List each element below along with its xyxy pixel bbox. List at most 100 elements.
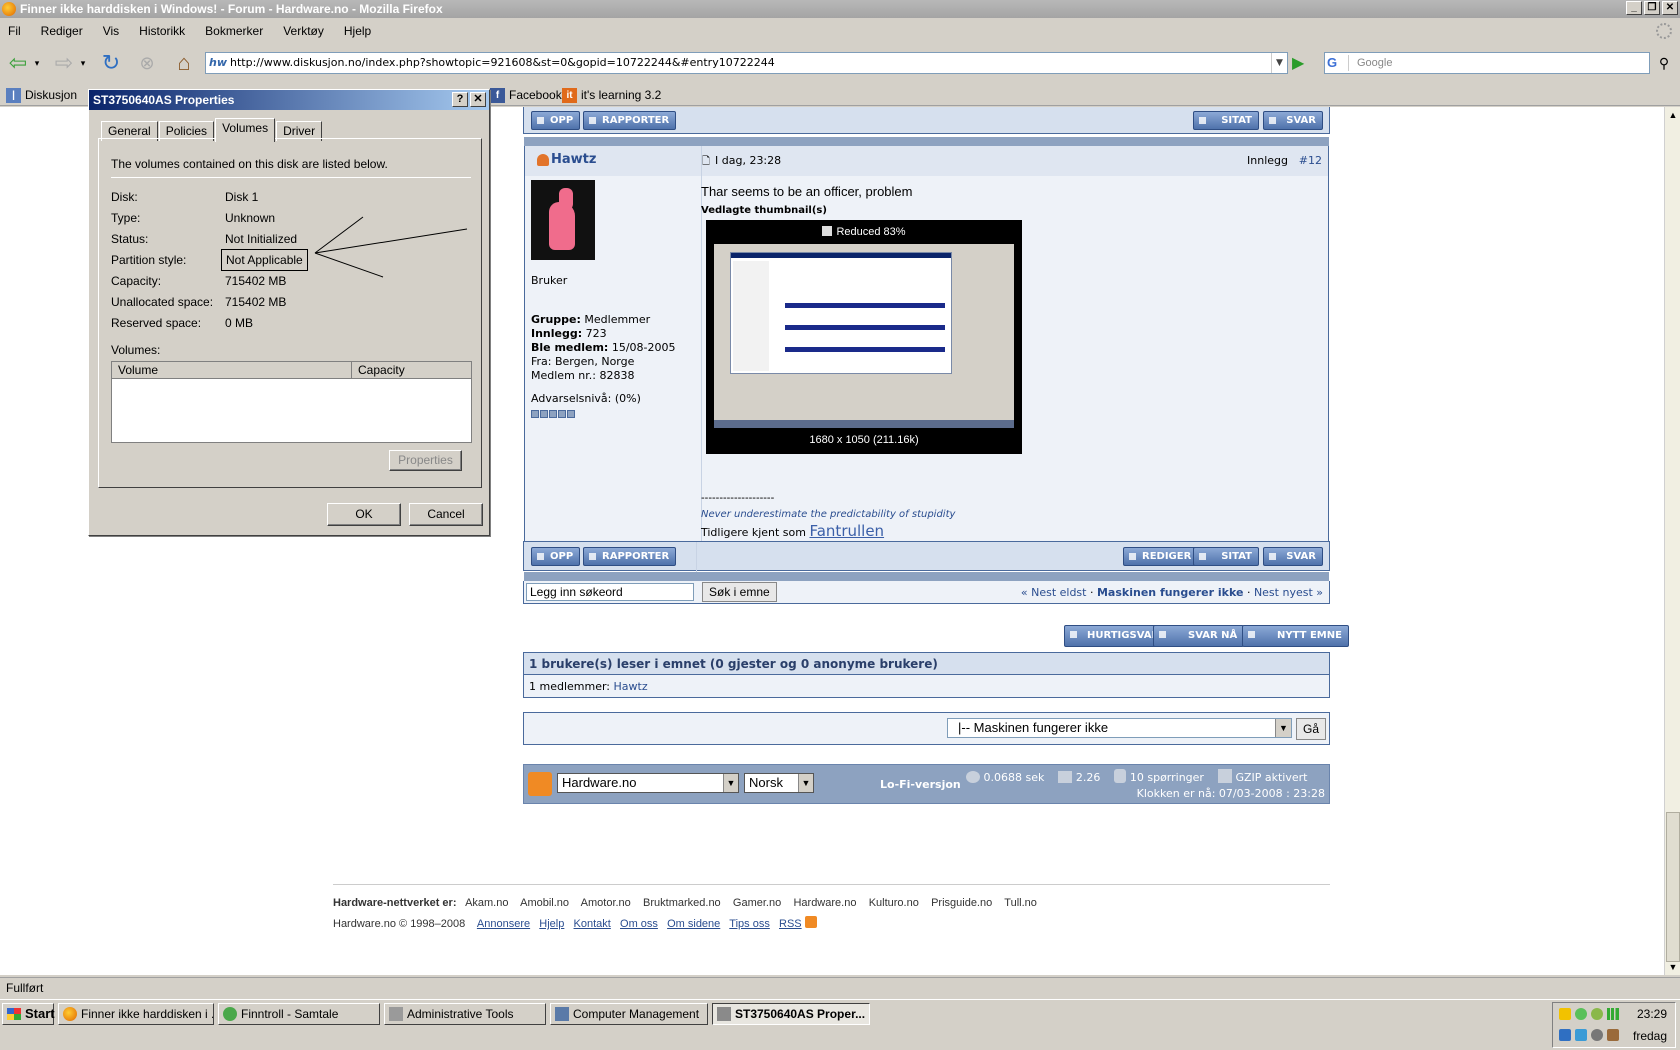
opp-button[interactable]: OPP [531,547,581,566]
minimize-button[interactable]: _ [1626,1,1642,15]
taskbar-item-firefox[interactable]: Finner ikke harddisken i ... [58,1003,214,1025]
home-icon[interactable]: ⌂ [170,49,198,77]
attachment-thumbnail[interactable]: Reduced 83% 1680 x 1050 (211.16k) [706,220,1022,454]
forum-jump-button[interactable]: Gå [1296,718,1327,740]
link-hjelp[interactable]: Hjelp [539,918,564,930]
chevron-down-icon[interactable]: ▼ [1275,719,1291,737]
page-scrollbar[interactable]: ▲ ▼ [1664,107,1680,975]
signature-link[interactable]: Fantrullen [809,522,884,540]
menu-rediger[interactable]: Rediger [41,20,83,42]
clock-time[interactable]: 23:29 [1637,1007,1667,1021]
menu-vis[interactable]: Vis [103,20,119,42]
url-input[interactable]: hw http://www.diskusjon.no/index.php?sho… [205,52,1288,74]
topic-search-input[interactable]: Legg inn søkeord [526,583,694,601]
taskbar-item-disk-properties[interactable]: ST3750640AS Proper... [712,1003,870,1025]
forum-jump-select[interactable]: |-- Maskinen fungerer ikke ▼ [947,718,1292,738]
menu-verktoy[interactable]: Verktøy [283,20,324,42]
nytt-emne-button[interactable]: NYTT EMNE [1242,625,1349,647]
rapporter-button[interactable]: RAPPORTER [583,111,677,130]
network-tray-icon[interactable] [1559,1029,1571,1041]
tab-volumes[interactable]: Volumes [215,118,276,142]
menu-bokmerker[interactable]: Bokmerker [205,20,263,42]
lofi-link[interactable]: Lo-Fi-versjon [880,778,961,791]
reload-icon[interactable]: ↻ [97,49,125,77]
back-arrow-icon[interactable]: ⇦ [4,49,32,77]
messenger-tray-icon[interactable] [1575,1008,1587,1020]
go-arrow-icon[interactable]: ▶ [1292,54,1312,74]
taskbar-item-messenger[interactable]: Finntroll - Samtale [218,1003,380,1025]
link-rss[interactable]: RSS [779,918,802,930]
signal-icon[interactable] [1607,1008,1619,1020]
sitat-button[interactable]: SITAT [1193,547,1259,566]
hurtigsvar-button[interactable]: HURTIGSVAR [1064,625,1167,647]
network-link-kulturo[interactable]: Kulturo.no [869,897,919,909]
close-window-button[interactable]: ✕ [1662,1,1678,15]
ok-button[interactable]: OK [327,503,401,526]
prev-topic-link[interactable]: « Nest eldst [1021,586,1087,599]
column-capacity[interactable]: Capacity [352,362,471,379]
skin-select[interactable]: Hardware.no ▼ [557,773,739,793]
svar-button[interactable]: SVAR [1263,111,1323,130]
menu-historikk[interactable]: Historikk [139,20,185,42]
taskbar-item-computer-management[interactable]: Computer Management [550,1003,708,1025]
link-annonsere[interactable]: Annonsere [477,918,530,930]
search-input[interactable]: G Google [1324,52,1650,74]
network-link-tull[interactable]: Tull.no [1004,897,1037,909]
menu-fil[interactable]: Fil [8,20,21,42]
network-link-bruktmarked[interactable]: Bruktmarked.no [643,897,721,909]
misc-tray-icon[interactable] [1607,1029,1619,1041]
back-history-dropdown-icon[interactable]: ▾ [30,49,44,77]
search-engine-icon[interactable]: G [1327,55,1349,71]
status-tray-icon[interactable] [1591,1008,1603,1020]
next-topic-link[interactable]: Nest nyest » [1254,586,1323,599]
network-link-prisguide[interactable]: Prisguide.no [931,897,992,909]
bookmark-diskusjon[interactable]: | Diskusjon [6,84,77,106]
language-select[interactable]: Norsk ▼ [744,773,814,793]
taskbar-item-admin-tools[interactable]: Administrative Tools [384,1003,546,1025]
rss-feed-icon[interactable] [528,772,552,796]
svar-button[interactable]: SVAR [1263,547,1323,566]
forward-history-dropdown-icon[interactable]: ▾ [76,49,90,77]
bookmark-facebook[interactable]: f Facebook [490,84,562,106]
opp-button[interactable]: OPP [531,111,581,130]
rapporter-button[interactable]: RAPPORTER [583,547,677,566]
network-link-akam[interactable]: Akam.no [465,897,508,909]
search-magnifier-icon[interactable]: ⚲ [1652,52,1676,74]
link-tips-oss[interactable]: Tips oss [729,918,770,930]
scrollbar-thumb[interactable] [1666,812,1680,962]
scroll-up-icon[interactable]: ▲ [1665,107,1680,123]
post-number-link[interactable]: #12 [1299,154,1322,167]
network-link-hardware[interactable]: Hardware.no [793,897,856,909]
cancel-button[interactable]: Cancel [409,503,483,526]
start-button[interactable]: Start [2,1003,55,1025]
sitat-button[interactable]: SITAT [1193,111,1259,130]
bookmark-itslearning[interactable]: it it's learning 3.2 [562,84,661,106]
link-kontakt[interactable]: Kontakt [574,918,611,930]
current-topic-link[interactable]: Maskinen fungerer ikke [1097,586,1243,599]
help-button[interactable]: ? [452,92,468,107]
restore-button[interactable]: ❐ [1644,1,1660,15]
security-shield-icon[interactable] [1559,1008,1571,1020]
stop-icon[interactable]: ⊗ [133,49,161,77]
column-volume[interactable]: Volume [112,362,352,379]
update-tray-icon[interactable] [1575,1029,1587,1041]
properties-button[interactable]: Properties [389,450,462,471]
post-author[interactable]: Hawtz [551,152,596,167]
network-link-amobil[interactable]: Amobil.no [520,897,569,909]
dialog-close-button[interactable]: ✕ [470,92,486,107]
svar-na-button[interactable]: SVAR NÅ [1153,625,1245,647]
active-reader-link[interactable]: Hawtz [614,680,648,693]
menu-hjelp[interactable]: Hjelp [344,20,371,42]
link-om-oss[interactable]: Om oss [620,918,658,930]
chevron-down-icon[interactable]: ▼ [723,774,738,792]
network-link-amotor[interactable]: Amotor.no [581,897,631,909]
chevron-down-icon[interactable]: ▼ [798,774,813,792]
volumes-list[interactable]: Volume Capacity [111,361,472,443]
scroll-down-icon[interactable]: ▼ [1665,959,1680,975]
url-dropdown-icon[interactable]: ▼ [1271,53,1287,73]
volume-icon[interactable] [1591,1029,1603,1041]
network-link-gamer[interactable]: Gamer.no [733,897,781,909]
topic-search-button[interactable]: Søk i emne [702,582,777,602]
rediger-button[interactable]: REDIGER [1123,547,1199,566]
link-om-sidene[interactable]: Om sidene [667,918,720,930]
